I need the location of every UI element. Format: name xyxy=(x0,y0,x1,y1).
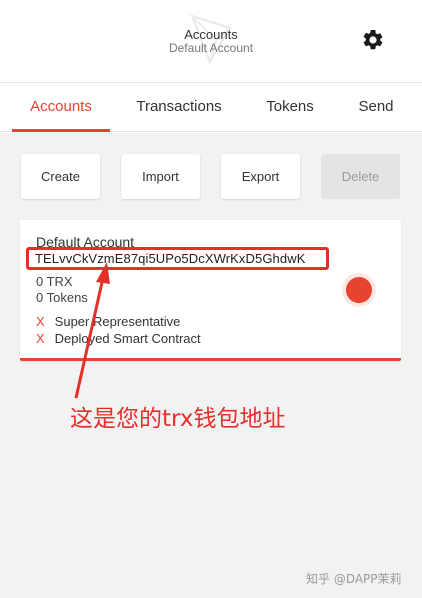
create-button[interactable]: Create xyxy=(21,154,100,199)
tab-send[interactable]: Send xyxy=(346,83,406,133)
feature-super-representative: X Super Representative xyxy=(36,314,180,329)
cross-icon: X xyxy=(36,331,45,346)
gear-icon[interactable] xyxy=(361,28,385,52)
feature-label: Super Representative xyxy=(54,314,181,329)
account-status-dot xyxy=(346,277,372,303)
token-balance: 0 Tokens xyxy=(36,290,88,305)
tab-bar: Accounts Transactions Tokens Send xyxy=(0,82,422,132)
account-address: TELvvCkVzmE87qi5UPo5DcXWrKxD5GhdwK xyxy=(35,251,306,266)
tab-accounts[interactable]: Accounts xyxy=(12,83,110,133)
annotation-text: 这是您的trx钱包地址 xyxy=(70,406,286,432)
feature-label: Deployed Smart Contract xyxy=(54,331,201,346)
tab-transactions[interactable]: Transactions xyxy=(128,83,230,133)
active-tab-indicator xyxy=(12,129,110,132)
trx-balance: 0 TRX xyxy=(36,274,73,289)
header-subtitle: Default Account xyxy=(168,41,254,55)
header-title: Accounts xyxy=(184,27,238,42)
export-button[interactable]: Export xyxy=(221,154,300,199)
feature-smart-contract: X Deployed Smart Contract xyxy=(36,331,201,346)
import-button[interactable]: Import xyxy=(121,154,200,199)
cross-icon: X xyxy=(36,314,45,329)
delete-button[interactable]: Delete xyxy=(321,154,400,199)
tab-tokens[interactable]: Tokens xyxy=(254,83,326,133)
main-content: Create Import Export Delete Default Acco… xyxy=(0,133,422,598)
account-card[interactable]: Default Account TELvvCkVzmE87qi5UPo5DcXW… xyxy=(20,220,401,361)
watermark: 知乎 @DAPP茉莉 xyxy=(306,572,402,586)
app-header: Accounts Default Account xyxy=(0,0,422,82)
